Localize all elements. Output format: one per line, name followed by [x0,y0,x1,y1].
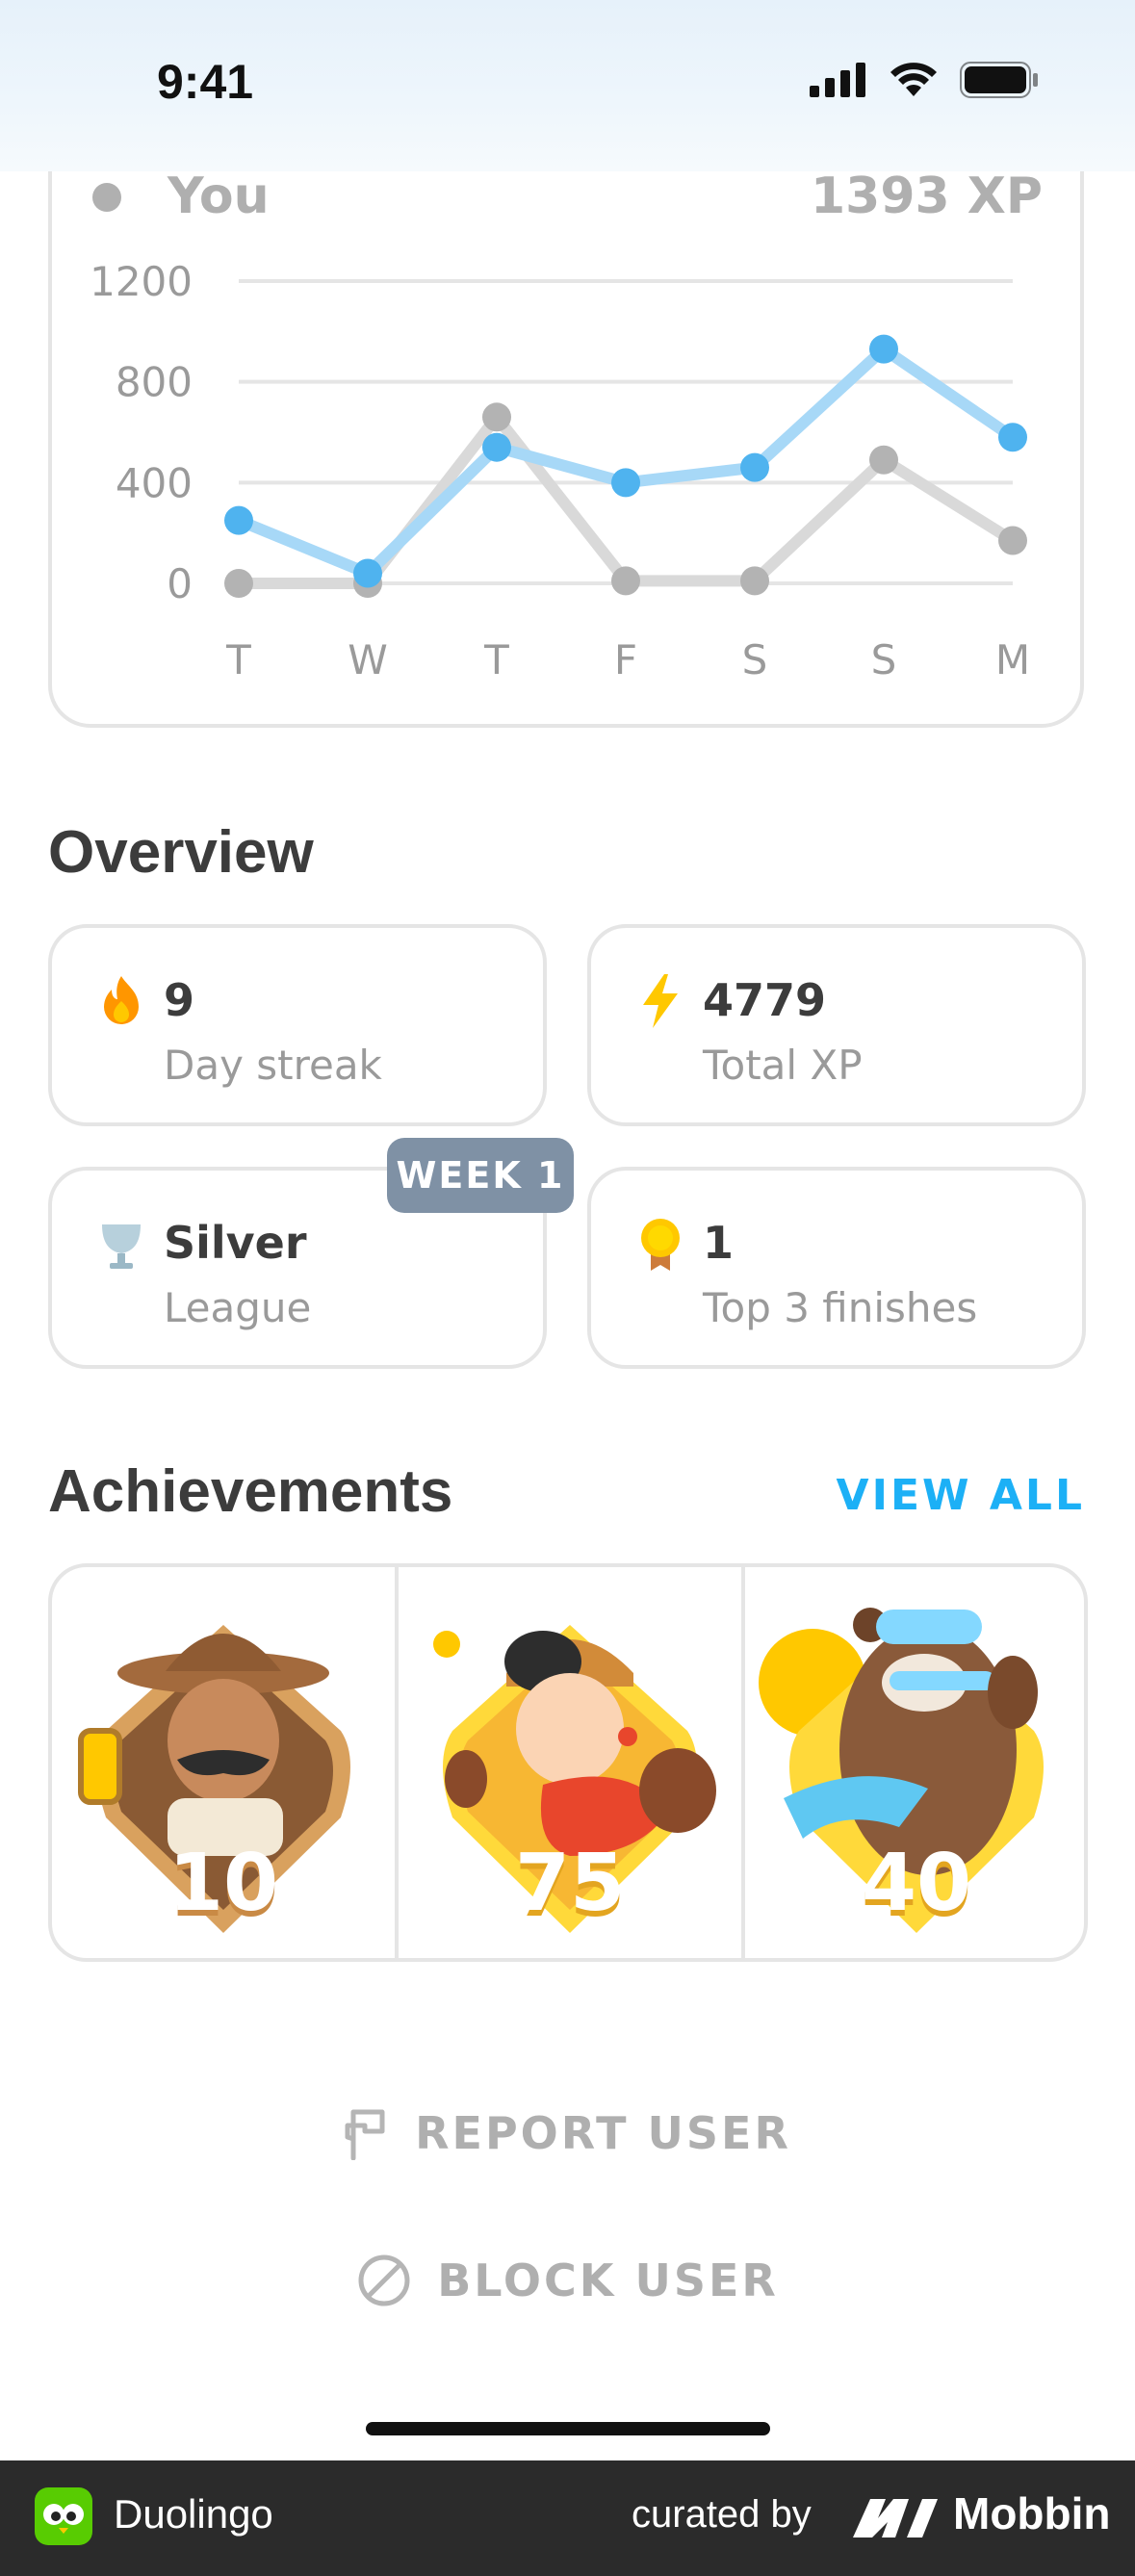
badge-number-1: 10 [168,1838,279,1929]
medal-icon [641,1219,680,1271]
footer-app-name: Duolingo [114,2491,273,2537]
report-user-label: REPORT USER [415,2107,791,2159]
badge-number-3: 40 [861,1838,972,1929]
mobbin-logo-icon [853,2499,938,2537]
x-tick-label: T [225,636,251,683]
data-point [740,452,769,482]
achievement-badge-2[interactable]: 75 [399,1567,745,1958]
x-tick-label: S [871,636,897,683]
total-xp-value: 4779 [703,974,827,1026]
data-point [611,468,640,498]
battery-icon [960,62,1038,98]
top-finishes-value: 1 [703,1217,735,1269]
block-icon [358,2254,410,2306]
footer-curated-by: curated by [632,2493,812,2536]
series-line [233,411,1019,589]
data-point [869,334,898,364]
y-tick-label: 0 [167,560,193,607]
y-tick-label: 1200 [90,258,193,305]
fire-icon [104,976,139,1024]
data-point [998,423,1027,452]
x-tick-label: M [995,636,1030,683]
day-streak-value: 9 [164,974,195,1026]
status-bar: 9:41 [0,0,1135,171]
x-tick-label: T [483,636,509,683]
lightning-icon [643,974,678,1028]
data-point [740,566,769,596]
achievement-badge-3[interactable]: 40 [745,1567,1084,1958]
y-tick-label: 800 [116,359,193,406]
tile-top-finishes: 1 Top 3 finishes [587,1167,1086,1369]
data-point [482,432,511,462]
tile-day-streak: 9 Day streak [48,924,547,1126]
flag-icon [345,2109,385,2160]
x-tick-label: F [614,636,637,683]
league-label: League [164,1284,312,1331]
trophy-icon [102,1224,141,1269]
x-tick-label: W [348,636,388,683]
report-user-button[interactable]: REPORT USER [0,2106,1135,2160]
view-all-link[interactable]: VIEW ALL [837,1471,1085,1520]
data-point [224,505,253,535]
duolingo-logo-icon [35,2487,92,2545]
x-tick-label: S [742,636,768,683]
top-finishes-label: Top 3 finishes [703,1284,978,1331]
week-badge: WEEK 1 [387,1138,574,1213]
home-indicator [366,2422,770,2435]
status-icons [810,62,1039,98]
overview-title: Overview [48,819,314,886]
signal-icon [810,63,865,97]
tile-total-xp: 4779 Total XP [587,924,1086,1126]
block-user-label: BLOCK USER [437,2254,779,2306]
data-point [482,402,511,432]
footer-bar: Duolingo curated by Mobbin [0,2460,1135,2576]
data-point [998,526,1027,555]
data-point [869,445,898,475]
badge-number-2: 75 [514,1838,626,1929]
status-time: 9:41 [157,55,254,109]
data-point [224,569,253,598]
y-tick-label: 400 [116,459,193,506]
block-user-button[interactable]: BLOCK USER [0,2253,1135,2308]
achievements-card: 10 75 40 [48,1563,1088,1962]
footer-brand: Mobbin [953,2488,1111,2538]
league-value: Silver [164,1217,307,1269]
achievement-badge-1[interactable]: 10 [52,1567,399,1958]
data-point [611,566,640,596]
wifi-icon [890,63,937,96]
data-point [353,558,382,588]
total-xp-label: Total XP [703,1042,863,1089]
day-streak-label: Day streak [164,1042,382,1089]
achievements-title: Achievements [48,1458,453,1525]
